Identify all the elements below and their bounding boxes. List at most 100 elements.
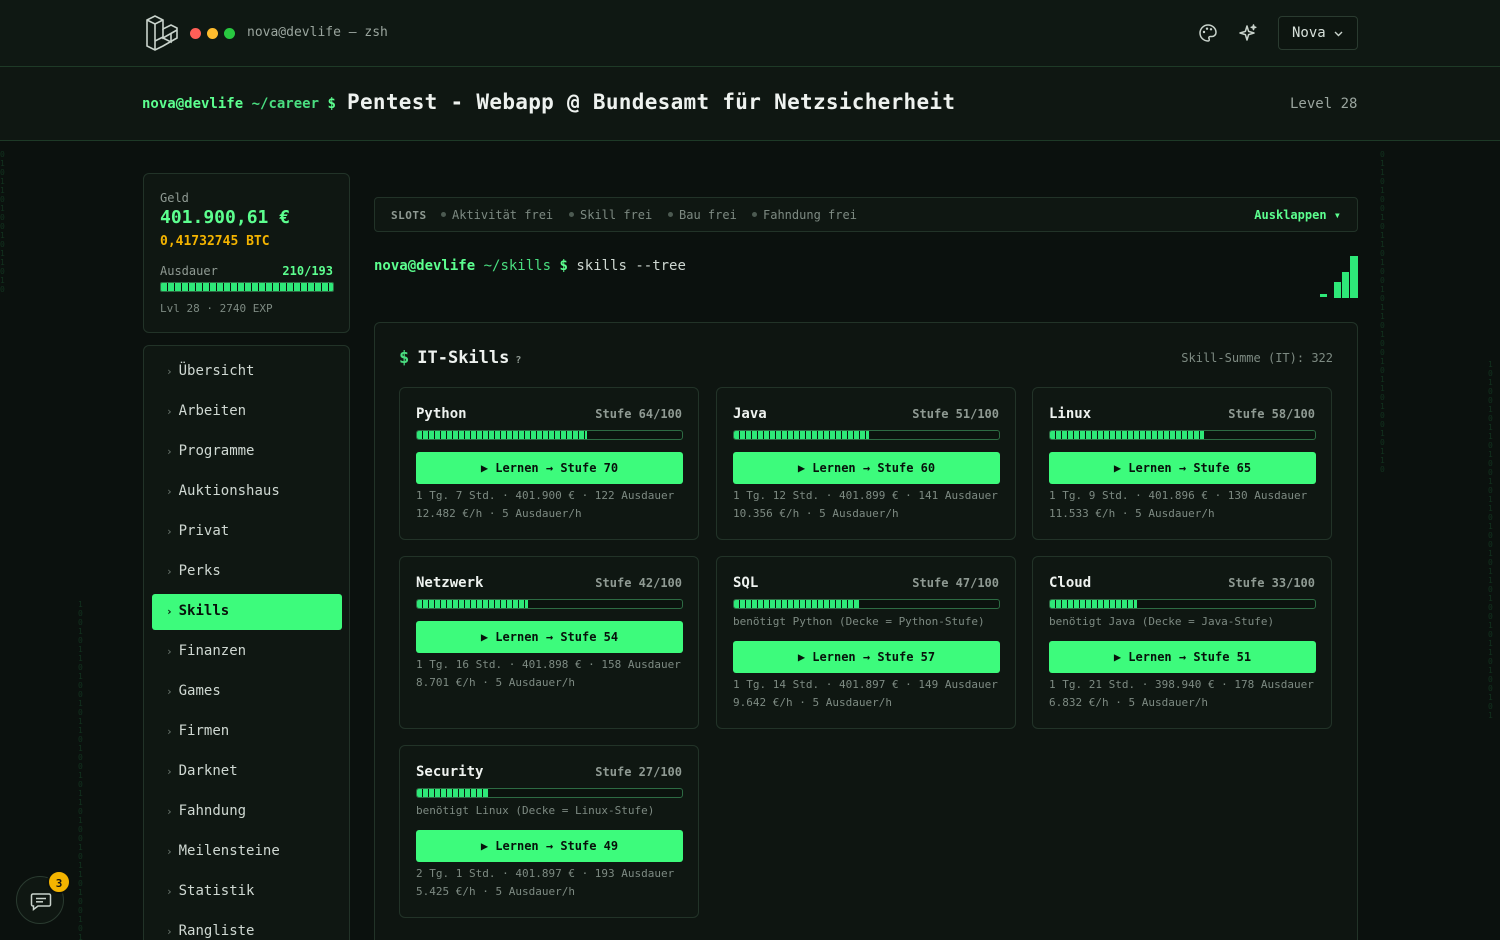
skill-progress-fill bbox=[734, 600, 859, 608]
stamina-label: Ausdauer bbox=[160, 264, 218, 278]
learn-button[interactable]: ▶ Lernen → Stufe 65 bbox=[1049, 452, 1316, 484]
slot-skill: Skill frei bbox=[569, 208, 652, 222]
learn-button[interactable]: ▶ Lernen → Stufe 51 bbox=[1049, 641, 1316, 673]
sidebar-item-rangliste[interactable]: › Rangliste bbox=[152, 914, 342, 940]
skill-progress-fill bbox=[1050, 431, 1204, 439]
sidebar-item-perks[interactable]: › Perks bbox=[152, 554, 342, 590]
slot-build: Bau frei bbox=[668, 208, 737, 222]
sidebar-item-label: Arbeiten bbox=[178, 403, 247, 419]
learn-button[interactable]: ▶ Lernen → Stufe 49 bbox=[416, 830, 683, 862]
skill-cost-line: 1 Tg. 7 Std. · 401.900 € · 122 Ausdauer bbox=[416, 489, 675, 502]
learn-button[interactable]: ▶ Lernen → Stufe 60 bbox=[733, 452, 1000, 484]
skill-rate-line: 11.533 €/h · 5 Ausdauer/h bbox=[1049, 507, 1215, 520]
dollar-icon: $ bbox=[399, 348, 410, 368]
skill-name: Python bbox=[416, 406, 467, 422]
sparkle-icon[interactable] bbox=[1238, 23, 1258, 43]
skill-rate-line: 10.356 €/h · 5 Ausdauer/h bbox=[733, 507, 899, 520]
sidebar-nav: › Übersicht › Arbeiten › Programme › Auktionsha… bbox=[143, 345, 350, 940]
skill-name: SQL bbox=[733, 575, 759, 591]
palette-icon[interactable] bbox=[1198, 23, 1218, 43]
learn-button[interactable]: ▶ Lernen → Stufe 54 bbox=[416, 621, 683, 653]
money-label: Geld bbox=[160, 191, 189, 205]
slot-wanted: Fahndung frei bbox=[752, 208, 857, 222]
chevron-right-icon: › bbox=[166, 525, 173, 538]
chevron-right-icon: › bbox=[166, 365, 173, 378]
sidebar-item-games[interactable]: › Games bbox=[152, 674, 342, 710]
skill-progress-fill bbox=[1050, 600, 1138, 608]
stamina-value: 210/193 bbox=[282, 264, 333, 278]
sidebar-item-auktionshaus[interactable]: › Auktionshaus bbox=[152, 474, 342, 510]
prompt-symbol: $ bbox=[327, 96, 336, 112]
skill-cost-line: 1 Tg. 12 Std. · 401.899 € · 141 Ausdauer bbox=[733, 489, 998, 502]
minimize-dot[interactable] bbox=[207, 28, 218, 39]
sidebar-item-label: Programme bbox=[178, 443, 255, 459]
chevron-right-icon: › bbox=[166, 805, 173, 818]
sidebar-item-privat[interactable]: › Privat bbox=[152, 514, 342, 550]
learn-button[interactable]: ▶ Lernen → Stufe 57 bbox=[733, 641, 1000, 673]
sidebar-item-label: Meilensteine bbox=[178, 843, 280, 859]
matrix-rain: 011010010110100101101001011010010110 bbox=[1380, 150, 1385, 474]
sidebar-item-label: Übersicht bbox=[178, 363, 255, 379]
sidebar-item-arbeiten[interactable]: › Arbeiten bbox=[152, 394, 342, 430]
chevron-right-icon: › bbox=[166, 885, 173, 898]
skill-name: Linux bbox=[1049, 406, 1092, 422]
logo-icon bbox=[146, 15, 178, 51]
skill-card-cloud: Cloud Stufe 33/100 benötigt Java (Decke = … bbox=[1032, 556, 1332, 729]
panel-title-text: IT-Skills bbox=[417, 348, 510, 368]
skill-cost-line: 1 Tg. 14 Std. · 401.897 € · 149 Ausdauer bbox=[733, 678, 998, 691]
slots-label: SLOTS bbox=[391, 209, 427, 222]
skill-requirement: benötigt Linux (Decke = Linux-Stufe) bbox=[416, 804, 655, 817]
level-exp: Lvl 28 · 2740 EXP bbox=[160, 302, 273, 315]
career-prompt: nova@devlife ~/career $ bbox=[142, 96, 336, 112]
sidebar-item-label: Rangliste bbox=[178, 923, 255, 939]
sidebar-item-label: Statistik bbox=[178, 883, 255, 899]
skill-level: Stufe 51/100 bbox=[912, 407, 999, 421]
skill-name: Netzwerk bbox=[416, 575, 484, 591]
help-icon[interactable]: ? bbox=[515, 355, 521, 366]
job-title: Pentest - Webapp @ Bundesamt für Netzsic… bbox=[347, 90, 956, 114]
chevron-down-icon bbox=[1334, 31, 1343, 37]
sidebar-item-statistik[interactable]: › Statistik bbox=[152, 874, 342, 910]
chevron-right-icon: › bbox=[166, 725, 173, 738]
sidebar-item-label: Auktionshaus bbox=[178, 483, 280, 499]
skill-level: Stufe 58/100 bbox=[1228, 407, 1315, 421]
skill-rate-line: 5.425 €/h · 5 Ausdauer/h bbox=[416, 885, 575, 898]
level-indicator: Level 28 bbox=[1290, 96, 1358, 112]
matrix-rain: 1001011010010110100101101001011010010110… bbox=[78, 600, 83, 940]
skill-requirement: benötigt Java (Decke = Java-Stufe) bbox=[1049, 615, 1275, 628]
skill-card-netzwerk: Netzwerk Stufe 42/100 ▶ Lernen → Stufe 54 1… bbox=[399, 556, 699, 729]
sidebar-item-fahndung[interactable]: › Fahndung bbox=[152, 794, 342, 830]
skill-cost-info: 1 Tg. 12 Std. · 401.899 € · 141 Ausdauer… bbox=[733, 487, 998, 523]
sidebar-item-label: Games bbox=[178, 683, 221, 699]
sidebar-item-darknet[interactable]: › Darknet bbox=[152, 754, 342, 790]
expand-slots-button[interactable]: Ausklappen ▾ bbox=[1254, 208, 1341, 222]
sidebar-item-meilensteine[interactable]: › Meilensteine bbox=[152, 834, 342, 870]
skill-name: Security bbox=[416, 764, 484, 780]
chevron-right-icon: › bbox=[166, 925, 173, 938]
chevron-right-icon: › bbox=[166, 485, 173, 498]
command-text: skills --tree bbox=[576, 258, 686, 274]
skill-level: Stufe 27/100 bbox=[595, 765, 682, 779]
signal-bars-icon bbox=[1320, 256, 1358, 298]
sidebar-item-finanzen[interactable]: › Finanzen bbox=[152, 634, 342, 670]
user-menu-button[interactable]: Nova bbox=[1278, 16, 1358, 50]
sidebar-item-skills[interactable]: › Skills bbox=[152, 594, 342, 630]
skill-cost-info: 1 Tg. 16 Std. · 401.898 € · 158 Ausdauer… bbox=[416, 656, 681, 692]
skill-cost-line: 1 Tg. 9 Std. · 401.896 € · 130 Ausdauer bbox=[1049, 489, 1308, 502]
maximize-dot[interactable] bbox=[224, 28, 235, 39]
chevron-right-icon: › bbox=[166, 645, 173, 658]
skill-cost-info: 1 Tg. 14 Std. · 401.897 € · 149 Ausdauer… bbox=[733, 676, 998, 712]
close-dot[interactable] bbox=[190, 28, 201, 39]
top-bar: nova@devlife — zsh Nova bbox=[0, 0, 1500, 67]
money-value: 401.900,61 € bbox=[160, 207, 291, 228]
skill-cost-info: 1 Tg. 7 Std. · 401.900 € · 122 Ausdauer 1… bbox=[416, 487, 674, 523]
skill-progress-bar bbox=[416, 430, 683, 440]
skill-card-linux: Linux Stufe 58/100 ▶ Lernen → Stufe 65 1 Tg… bbox=[1032, 387, 1332, 540]
stamina-bar bbox=[160, 282, 334, 292]
sidebar-item-label: Perks bbox=[178, 563, 221, 579]
sidebar-item--bersicht[interactable]: › Übersicht bbox=[152, 354, 342, 390]
sidebar-item-programme[interactable]: › Programme bbox=[152, 434, 342, 470]
learn-button[interactable]: ▶ Lernen → Stufe 70 bbox=[416, 452, 683, 484]
sidebar-item-firmen[interactable]: › Firmen bbox=[152, 714, 342, 750]
skill-cost-line: 1 Tg. 16 Std. · 401.898 € · 158 Ausdauer bbox=[416, 658, 681, 671]
